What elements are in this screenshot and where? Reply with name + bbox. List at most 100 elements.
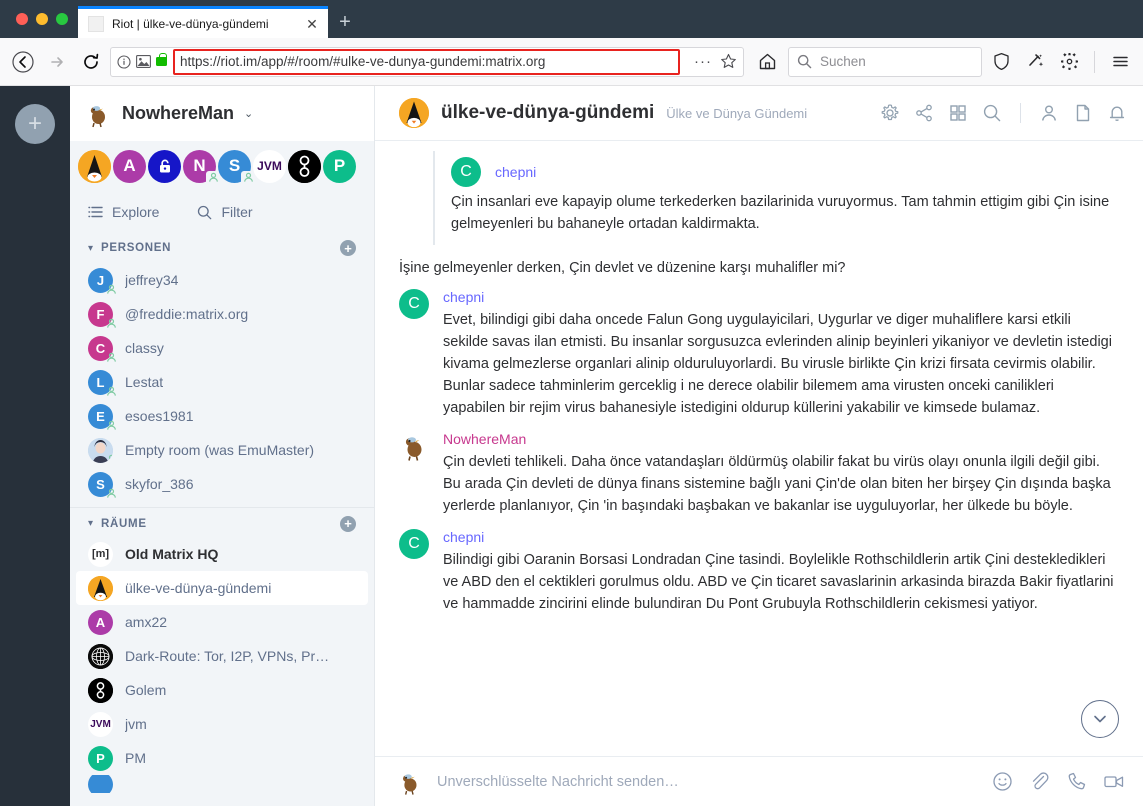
list-item[interactable]: Dark-Route: Tor, I2P, VPNs, Pr… xyxy=(70,639,374,673)
room-name[interactable]: ülke-ve-dünya-gündemi xyxy=(441,102,654,124)
mini-avatar[interactable] xyxy=(148,149,181,183)
members-icon[interactable] xyxy=(1039,103,1059,123)
room-list: [m] Old Matrix HQ ülke-ve-dünya-gündemi … xyxy=(70,537,374,806)
emoji-icon[interactable] xyxy=(992,771,1013,792)
message-input[interactable]: Unverschlüsselte Nachricht senden… xyxy=(437,774,978,790)
list-item[interactable]: P PM xyxy=(70,741,374,775)
dm-badge-icon xyxy=(105,487,118,500)
reload-button[interactable] xyxy=(76,47,106,77)
chevron-down-icon[interactable]: ▾ xyxy=(88,518,93,529)
gear-icon[interactable] xyxy=(1054,47,1084,77)
message-sender[interactable]: chepni xyxy=(443,289,1119,305)
list-item[interactable]: [m] Old Matrix HQ xyxy=(70,537,374,571)
mini-avatar[interactable] xyxy=(288,149,321,183)
page-actions-icon[interactable]: ··· xyxy=(694,54,712,69)
home-button[interactable] xyxy=(752,47,782,77)
add-person-button[interactable]: + xyxy=(340,240,356,256)
message-sender[interactable]: NowhereMan xyxy=(443,431,1119,447)
mini-avatar[interactable]: JVM xyxy=(253,149,286,183)
share-icon[interactable] xyxy=(914,103,934,123)
avatar xyxy=(88,643,113,669)
room-topic[interactable]: Ülke ve Dünya Gündemi xyxy=(666,106,807,121)
message-body-wrapper: NowhereMan Çin devleti tehlikeli. Daha ö… xyxy=(443,431,1119,517)
video-call-icon[interactable] xyxy=(1103,771,1125,792)
dm-badge-icon xyxy=(105,385,118,398)
message-sender[interactable]: chepni xyxy=(495,164,536,180)
avatar[interactable]: C xyxy=(399,529,429,559)
search-icon[interactable] xyxy=(982,103,1002,123)
identity-box[interactable] xyxy=(117,53,167,69)
mini-avatar[interactable]: A xyxy=(113,149,146,183)
list-item[interactable]: C classy xyxy=(70,331,374,365)
list-item[interactable]: E esoes1981 xyxy=(70,399,374,433)
list-item-label: Dark-Route: Tor, I2P, VPNs, Pr… xyxy=(125,648,330,664)
avatar[interactable] xyxy=(399,431,429,461)
avatar[interactable]: C xyxy=(399,289,429,319)
create-group-button[interactable]: + xyxy=(15,104,55,144)
sidebar-item-ulke-ve-dunya-gundemi[interactable]: ülke-ve-dünya-gündemi xyxy=(76,571,368,605)
jump-to-bottom-button[interactable] xyxy=(1081,700,1119,738)
notifications-icon[interactable] xyxy=(1107,103,1127,123)
back-button[interactable] xyxy=(8,47,38,77)
chevron-down-icon[interactable]: ⌄ xyxy=(244,107,253,120)
close-tab-icon[interactable]: ✕ xyxy=(302,14,322,34)
message-event[interactable]: C chepni Evet, bilindigi gibi daha onced… xyxy=(375,279,1143,421)
minimize-window-button[interactable] xyxy=(36,13,48,25)
list-item-label: classy xyxy=(125,340,164,356)
message-event[interactable]: C chepni Bilindigi gibi Oaranin Borsasi … xyxy=(375,519,1143,617)
explore-button[interactable]: Explore xyxy=(88,204,159,220)
list-item[interactable] xyxy=(70,775,374,793)
dm-badge-icon xyxy=(105,351,118,364)
address-bar-wrapper: https://riot.im/app/#/room/#ulke-ve-duny… xyxy=(110,46,982,77)
search-bar[interactable]: Suchen xyxy=(788,46,982,77)
mini-avatar[interactable]: P xyxy=(323,149,356,183)
maximize-window-button[interactable] xyxy=(56,13,68,25)
message-event[interactable]: NowhereMan Çin devleti tehlikeli. Daha ö… xyxy=(375,421,1143,519)
mini-avatar[interactable]: S xyxy=(218,149,255,185)
filter-label: Filter xyxy=(221,204,253,220)
filter-button[interactable]: Filter xyxy=(197,204,253,220)
url-highlight-box[interactable]: https://riot.im/app/#/room/#ulke-ve-duny… xyxy=(173,48,680,75)
list-item-label: PM xyxy=(125,750,146,766)
close-window-button[interactable] xyxy=(16,13,28,25)
message-timeline[interactable]: C chepni Çin insanlari eve kapayip olume… xyxy=(375,141,1143,756)
list-item[interactable]: F @freddie:matrix.org xyxy=(70,297,374,331)
user-menu[interactable]: NowhereMan ⌄ xyxy=(70,86,374,141)
url-text: https://riot.im/app/#/room/#ulke-ve-duny… xyxy=(180,54,546,69)
forward-button[interactable] xyxy=(42,47,72,77)
header-divider xyxy=(1020,103,1021,123)
address-bar[interactable]: https://riot.im/app/#/room/#ulke-ve-duny… xyxy=(110,46,744,77)
voice-call-icon[interactable] xyxy=(1066,771,1087,792)
files-icon[interactable] xyxy=(1073,103,1093,123)
list-item[interactable]: J jeffrey34 xyxy=(70,263,374,297)
add-room-button[interactable]: + xyxy=(340,515,356,532)
section-header-personen[interactable]: ▾ PERSONEN + xyxy=(70,233,374,263)
list-item[interactable]: Golem xyxy=(70,673,374,707)
search-input[interactable]: Suchen xyxy=(820,54,866,69)
section-header-raeume[interactable]: ▾ RÄUME + xyxy=(70,507,374,537)
pocket-icon[interactable] xyxy=(1020,47,1050,77)
gear-icon[interactable] xyxy=(880,103,900,123)
browser-tab[interactable]: Riot | ülke-ve-dünya-gündemi ✕ xyxy=(78,6,328,38)
dm-badge-icon xyxy=(105,419,118,432)
list-item[interactable]: L Lestat xyxy=(70,365,374,399)
list-icon xyxy=(88,206,103,218)
shield-icon[interactable] xyxy=(986,47,1016,77)
message-sender[interactable]: chepni xyxy=(443,529,1119,545)
avatar[interactable]: C xyxy=(451,157,481,187)
bookmark-star-icon[interactable] xyxy=(720,53,737,70)
list-item[interactable]: A amx22 xyxy=(70,605,374,639)
quoted-message[interactable]: C chepni Çin insanlari eve kapayip olume… xyxy=(433,151,1119,245)
list-item[interactable]: Empty room (was EmuMaster) xyxy=(70,433,374,467)
list-item[interactable]: S skyfor_386 xyxy=(70,467,374,501)
tab-title: Riot | ülke-ve-dünya-gündemi xyxy=(112,16,269,31)
apps-icon[interactable] xyxy=(948,103,968,123)
attachment-icon[interactable] xyxy=(1029,771,1050,792)
mini-avatar[interactable]: N xyxy=(183,149,220,185)
mini-avatar[interactable] xyxy=(78,149,111,183)
hamburger-menu-icon[interactable] xyxy=(1105,47,1135,77)
room-avatar[interactable] xyxy=(399,98,429,128)
new-tab-button[interactable]: + xyxy=(328,6,362,38)
chevron-down-icon[interactable]: ▾ xyxy=(88,243,93,254)
list-item[interactable]: JVM jvm xyxy=(70,707,374,741)
